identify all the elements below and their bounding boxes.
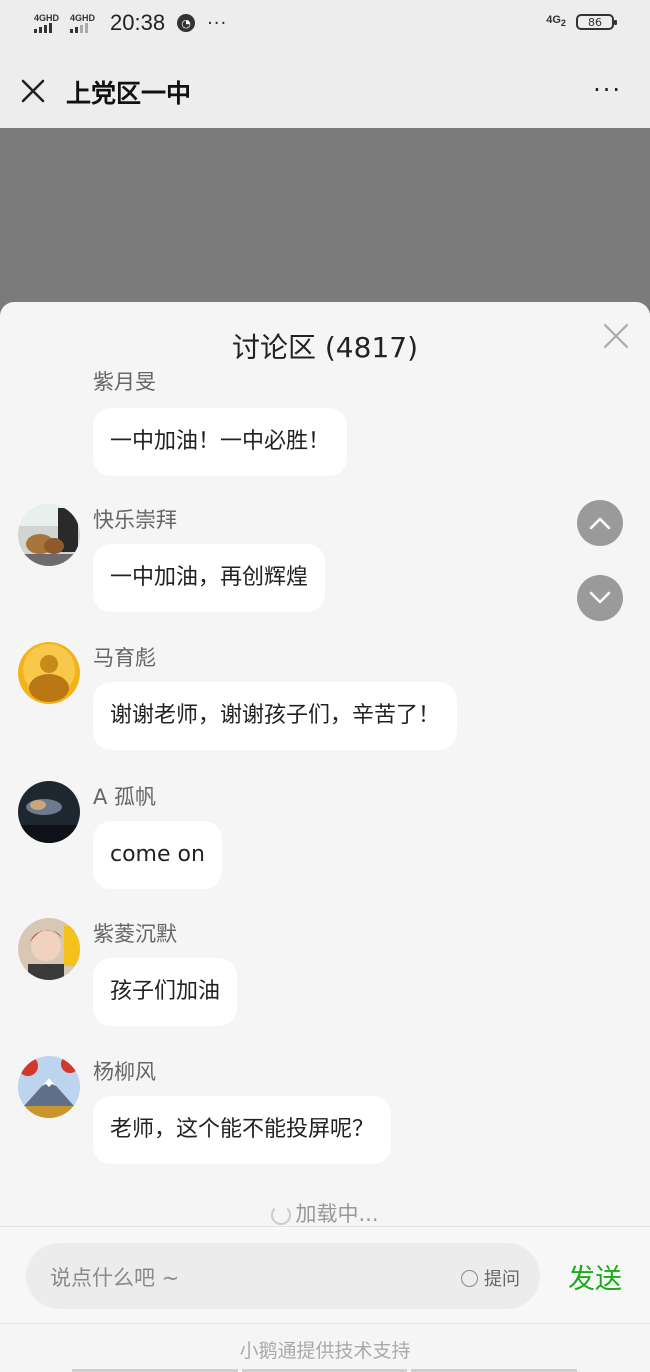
network-sub-label: 2 [560,18,566,29]
more-options-button[interactable]: ··· [593,78,622,102]
sim1-label: 4GHD [34,13,60,23]
message-bubble: 一中加油，再创辉煌 [93,544,326,612]
message-bubble: 谢谢老师，谢谢孩子们，辛苦了！ [93,682,458,750]
discussion-sheet: 讨论区 (4817) 紫月旻 一中加油！一中必胜！ 快乐崇拜 一中加油，再创辉煌… [0,302,650,1372]
clock: 20:38 [110,10,166,35]
message-author: 紫菱沉默 [93,922,177,946]
network-4g-icon: 4G2 [546,13,566,29]
avatar[interactable] [18,918,80,980]
message-author: 紫月旻 [93,370,156,394]
message-author: A 孤帆 [93,785,157,809]
ask-label: 提问 [484,1269,520,1290]
avatar[interactable] [18,504,80,566]
network-label: 4G [546,13,561,26]
message-author: 快乐崇拜 [93,508,177,532]
chevron-up-icon [589,517,611,530]
input-bar: 说点什么吧 ~ 提问 发送 [0,1226,650,1323]
message-bubble: 孩子们加油 [93,958,238,1026]
signal-sim1-icon: 4GHD [34,13,64,33]
avatar[interactable] [18,1056,80,1118]
scroll-down-button[interactable] [577,575,623,621]
radio-icon[interactable] [461,1269,478,1287]
gauge-icon: ◔ [177,14,196,32]
message-list[interactable]: 紫月旻 一中加油！一中必胜！ 快乐崇拜 一中加油，再创辉煌 马育彪 谢谢老师，谢… [0,302,650,1227]
close-page-icon[interactable] [18,76,48,106]
avatar-buddha-image [18,642,80,704]
avatar-woman-image [18,918,80,980]
title-bar: 上党区一中 ··· [0,52,650,128]
avatar[interactable] [18,642,80,704]
send-button[interactable]: 发送 [568,1257,622,1296]
message-author: 杨柳风 [93,1060,156,1084]
scroll-up-button[interactable] [577,500,623,546]
status-bar: 4GHD 4GHD 20:38 ◔ ··· 4G2 86 [0,0,650,52]
avatar-night-sky-image [18,781,80,843]
sim2-label: 4GHD [70,13,96,23]
message-bubble: 一中加油！一中必胜！ [93,408,348,476]
message-bubble: come on [93,821,222,889]
notification-more-icon: ··· [207,12,228,34]
avatar[interactable] [18,781,80,843]
message-author: 马育彪 [93,646,156,670]
avatar-mount-fuji-image [18,1056,80,1118]
comment-placeholder: 说点什么吧 ~ [50,1266,180,1290]
battery-level: 86 [588,15,602,29]
spinner-icon [271,1205,292,1225]
avatar-animals-image [18,504,80,566]
battery-icon: 86 [576,14,617,30]
powered-by-text: 小鹅通提供技术支持 [239,1340,411,1362]
comment-input[interactable]: 说点什么吧 ~ 提问 [26,1243,540,1309]
signal-sim2-icon: 4GHD [70,13,100,33]
chevron-down-icon [589,591,611,604]
ask-question-toggle[interactable]: 提问 [461,1265,520,1291]
page-title: 上党区一中 [66,79,192,108]
loading-indicator: 加载中... [0,1198,650,1228]
loading-text: 加载中... [295,1202,379,1226]
message-bubble: 老师，这个能不能投屏呢？ [93,1096,392,1164]
footer: 小鹅通提供技术支持 [0,1323,650,1372]
